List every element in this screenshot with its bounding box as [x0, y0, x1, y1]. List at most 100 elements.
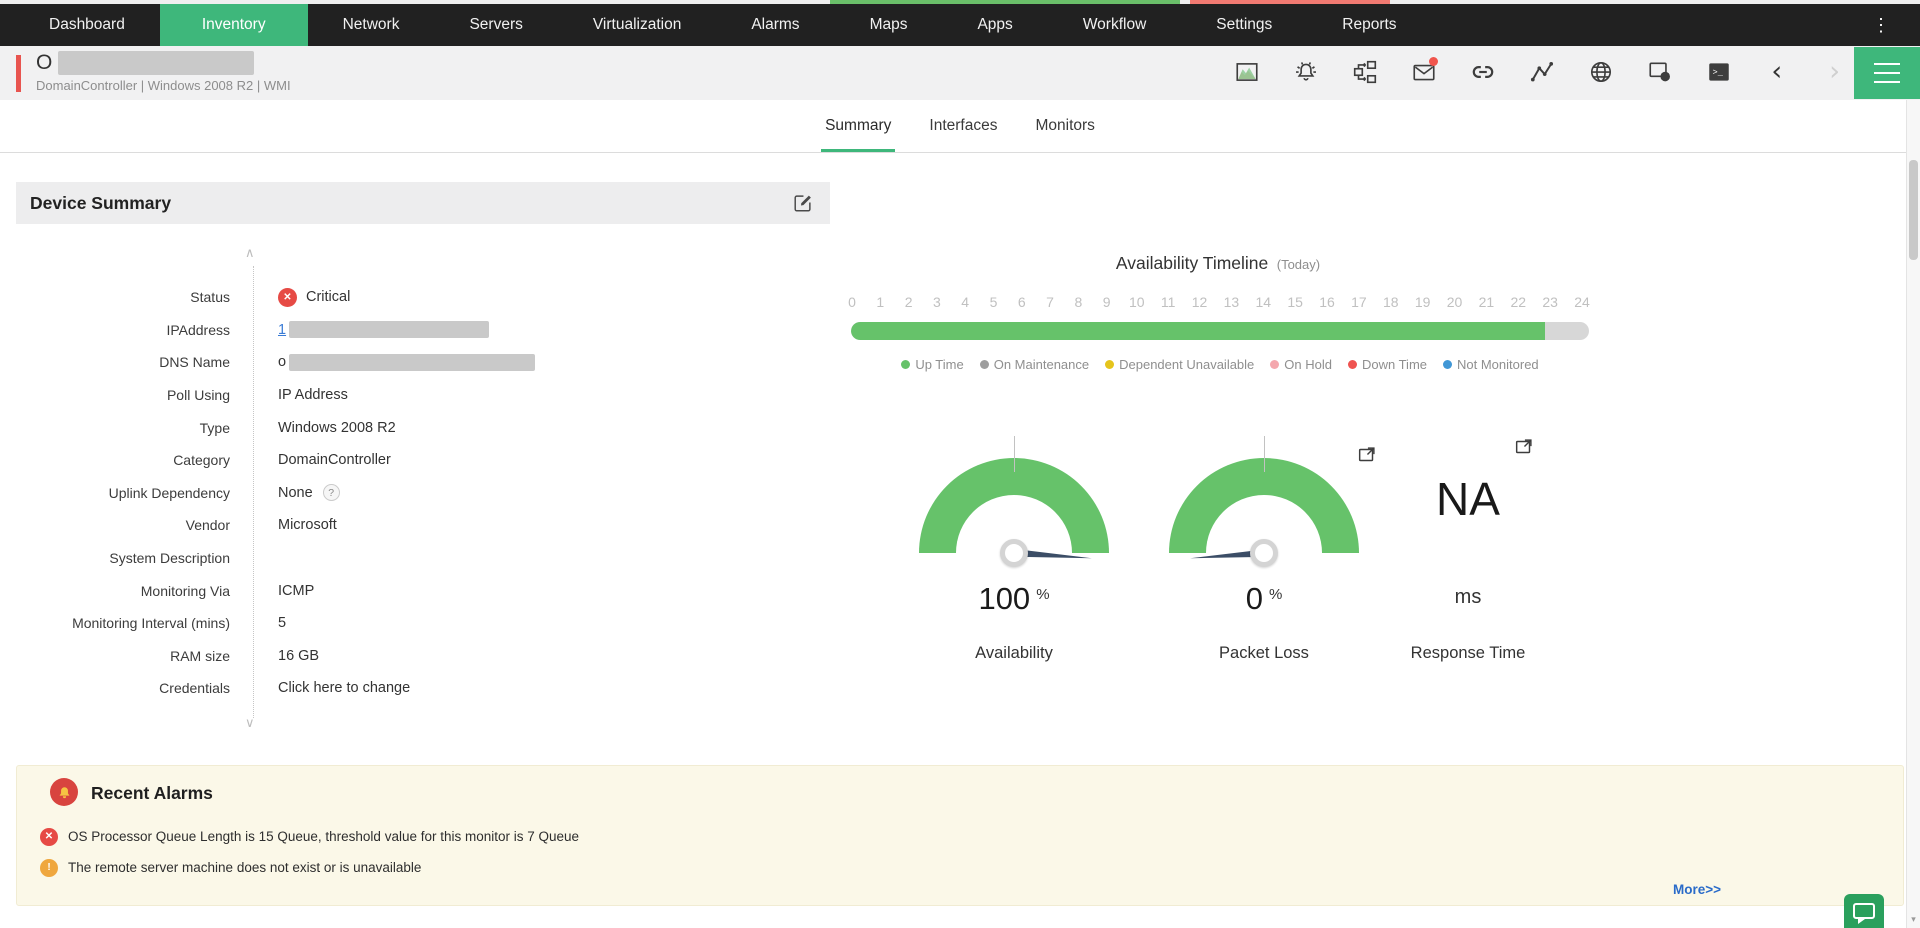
workflow-icon[interactable] — [1352, 59, 1378, 85]
report-popup-icon[interactable] — [1356, 444, 1378, 466]
hamburger-menu-button[interactable] — [1854, 47, 1920, 99]
gauge-center-tick — [1264, 436, 1265, 472]
legend-dot — [980, 360, 989, 369]
scrollbar-thumb[interactable] — [1909, 160, 1918, 260]
legend-dot — [1348, 360, 1357, 369]
field-value: Microsoft — [230, 517, 337, 533]
hour-tick-label: 19 — [1415, 294, 1431, 310]
hour-tick-label: 4 — [959, 294, 971, 310]
field-value-text: 16 GB — [278, 648, 319, 664]
nav-item-network[interactable]: Network — [308, 4, 435, 46]
help-icon[interactable]: ? — [323, 484, 340, 501]
field-row-ram-size: RAM size 16 GB — [16, 640, 716, 673]
field-value: 5 — [230, 615, 286, 631]
scrollbar-down-arrow[interactable]: ▾ — [1907, 914, 1920, 925]
field-row-ipaddress: IPAddress1 — [16, 314, 716, 347]
alarm-row: !The remote server machine does not exis… — [40, 852, 579, 883]
globe-icon[interactable] — [1588, 59, 1614, 85]
alarm-bell-badge-icon — [50, 778, 78, 806]
alarm-bell-icon[interactable] — [1293, 59, 1319, 85]
active-tab-underline — [821, 149, 895, 152]
hour-tick-label: 11 — [1161, 294, 1176, 310]
tab-interfaces[interactable]: Interfaces — [925, 100, 1001, 152]
chevron-left-icon[interactable]: ‹ — [1771, 59, 1782, 85]
packet-loss-gauge: 0% Packet Loss — [1169, 436, 1359, 553]
terminal-icon[interactable]: >_ — [1706, 59, 1732, 85]
legend-item-on-maintenance: On Maintenance — [980, 357, 1089, 372]
timeline-uptime-segment — [851, 322, 1545, 340]
legend-label: On Hold — [1284, 357, 1332, 372]
field-label: RAM size — [16, 648, 230, 664]
mail-icon[interactable] — [1411, 59, 1437, 85]
gauge-value: 0% — [1169, 581, 1359, 617]
svg-text:>_: >_ — [1713, 68, 1724, 78]
legend-dot — [1443, 360, 1452, 369]
nav-item-settings[interactable]: Settings — [1181, 4, 1307, 46]
nav-item-reports[interactable]: Reports — [1307, 4, 1431, 46]
link-icon[interactable] — [1470, 59, 1496, 85]
vertical-scrollbar[interactable]: ▾ — [1906, 100, 1920, 928]
nav-item-maps[interactable]: Maps — [835, 4, 943, 46]
hour-tick-label: 15 — [1287, 294, 1303, 310]
legend-item-not-monitored: Not Monitored — [1443, 357, 1539, 372]
credentials-change-link[interactable]: Click here to change — [278, 680, 410, 696]
field-label: Uplink Dependency — [16, 485, 230, 501]
collapse-up-caret[interactable]: ∧ — [245, 246, 255, 261]
nav-item-virtualization[interactable]: Virtualization — [558, 4, 716, 46]
response-time-value: NA — [1373, 472, 1563, 526]
field-row-dns-name: DNS Nameo — [16, 346, 716, 379]
hour-tick-label: 14 — [1255, 294, 1271, 310]
nav-item-apps[interactable]: Apps — [942, 4, 1047, 46]
line-graph-icon[interactable] — [1529, 59, 1555, 85]
chat-widget-icon — [1853, 903, 1875, 919]
nav-item-inventory[interactable]: Inventory — [160, 4, 308, 46]
device-name-text: O — [36, 51, 52, 75]
kebab-menu-icon[interactable]: ⋮ — [1872, 4, 1890, 46]
legend-label: Down Time — [1362, 357, 1427, 372]
legend-label: On Maintenance — [994, 357, 1089, 372]
hour-tick-label: 18 — [1383, 294, 1399, 310]
remote-session-icon[interactable]: $ — [1647, 59, 1673, 85]
field-value: IP Address — [230, 387, 348, 403]
hour-tick-label: 22 — [1510, 294, 1526, 310]
dns-name-text: o — [278, 354, 286, 370]
response-time-label: Response Time — [1373, 644, 1563, 663]
alarm-row: ✕OS Processor Queue Length is 15 Queue, … — [40, 821, 579, 852]
redacted-ip-address — [289, 321, 489, 338]
report-popup-icon[interactable] — [1513, 436, 1535, 458]
area-chart-icon[interactable] — [1234, 59, 1260, 85]
alarm-message: OS Processor Queue Length is 15 Queue, t… — [68, 829, 579, 844]
tab-monitors[interactable]: Monitors — [1031, 100, 1098, 152]
gauge-hub — [1250, 539, 1278, 567]
field-value: None? — [230, 484, 340, 501]
chevron-right-icon[interactable]: › — [1829, 59, 1840, 85]
hour-tick-label: 1 — [874, 294, 886, 310]
timeline-legend: Up TimeOn MaintenanceDependent Unavailab… — [851, 357, 1589, 372]
field-label: Vendor — [16, 517, 230, 533]
legend-item-on-hold: On Hold — [1270, 357, 1332, 372]
collapse-down-caret[interactable]: ∨ — [245, 716, 255, 731]
nav-item-workflow[interactable]: Workflow — [1048, 4, 1181, 46]
field-row-vendor: VendorMicrosoft — [16, 509, 716, 542]
ip-address-link[interactable]: 1 — [278, 322, 286, 338]
svg-text:$: $ — [1664, 74, 1668, 81]
hour-tick-label: 6 — [1016, 294, 1028, 310]
hour-tick-label: 23 — [1542, 294, 1558, 310]
field-label: Type — [16, 420, 230, 436]
timeline-title: Availability Timeline (Today) — [968, 253, 1468, 274]
field-value: Windows 2008 R2 — [230, 420, 396, 436]
chat-widget-button[interactable] — [1844, 894, 1884, 928]
nav-item-servers[interactable]: Servers — [434, 4, 557, 46]
legend-item-up-time: Up Time — [901, 357, 963, 372]
hour-tick-label: 0 — [846, 294, 858, 310]
tab-summary[interactable]: Summary — [821, 100, 895, 152]
more-alarms-link[interactable]: More>> — [1673, 882, 1721, 897]
nav-item-alarms[interactable]: Alarms — [716, 4, 834, 46]
hour-tick-label: 5 — [987, 294, 999, 310]
hour-tick-label: 13 — [1224, 294, 1240, 310]
nav-item-dashboard[interactable]: Dashboard — [14, 4, 160, 46]
timeline-hour-axis: 0123456789101112131415161718192021222324 — [846, 294, 1590, 310]
edit-pencil-icon[interactable] — [792, 192, 814, 214]
field-value: Click here to change — [230, 680, 410, 696]
field-row-monitoring-interval-mins-: Monitoring Interval (mins)5 — [16, 607, 716, 640]
